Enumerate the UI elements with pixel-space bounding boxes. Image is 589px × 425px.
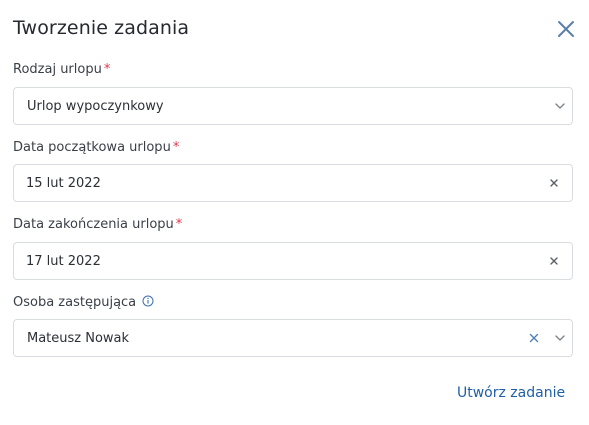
substitute-value: Mateusz Nowak bbox=[27, 331, 130, 346]
start-date-value: 15 lut 2022 bbox=[26, 176, 101, 191]
end-date-label-text: Data zakończenia urlopu bbox=[13, 217, 174, 232]
chevron-down-icon[interactable] bbox=[554, 100, 566, 112]
clear-icon[interactable] bbox=[548, 255, 560, 267]
end-date-field[interactable]: 17 lut 2022 bbox=[13, 242, 573, 280]
leave-type-select[interactable]: Urlop wypoczynkowy bbox=[13, 87, 573, 125]
required-mark: * bbox=[175, 217, 183, 232]
end-date-label: Data zakończenia urlopu * bbox=[13, 217, 182, 232]
start-date-label: Data początkowa urlopu * bbox=[13, 140, 179, 155]
substitute-label-text: Osoba zastępująca bbox=[13, 295, 137, 310]
substitute-select[interactable]: Mateusz Nowak bbox=[13, 319, 573, 357]
info-icon[interactable] bbox=[142, 295, 154, 307]
end-date-value: 17 lut 2022 bbox=[26, 254, 101, 269]
dialog-title: Tworzenie zadania bbox=[13, 17, 190, 39]
substitute-label: Osoba zastępująca bbox=[13, 295, 154, 310]
clear-icon[interactable] bbox=[528, 332, 540, 344]
leave-type-value: Urlop wypoczynkowy bbox=[27, 99, 164, 114]
create-task-button[interactable]: Utwórz zadanie bbox=[457, 385, 565, 401]
chevron-down-icon[interactable] bbox=[554, 332, 566, 344]
close-button[interactable] bbox=[556, 19, 576, 39]
start-date-field[interactable]: 15 lut 2022 bbox=[13, 164, 573, 202]
required-mark: * bbox=[172, 140, 180, 155]
leave-type-label: Rodzaj urlopu * bbox=[13, 62, 110, 77]
leave-type-label-text: Rodzaj urlopu bbox=[13, 62, 102, 77]
create-task-dialog: Tworzenie zadania Rodzaj urlopu * Urlop w… bbox=[0, 0, 589, 425]
start-date-label-text: Data początkowa urlopu bbox=[13, 140, 171, 155]
required-mark: * bbox=[103, 62, 111, 77]
clear-icon[interactable] bbox=[548, 177, 560, 189]
close-icon bbox=[556, 19, 576, 39]
